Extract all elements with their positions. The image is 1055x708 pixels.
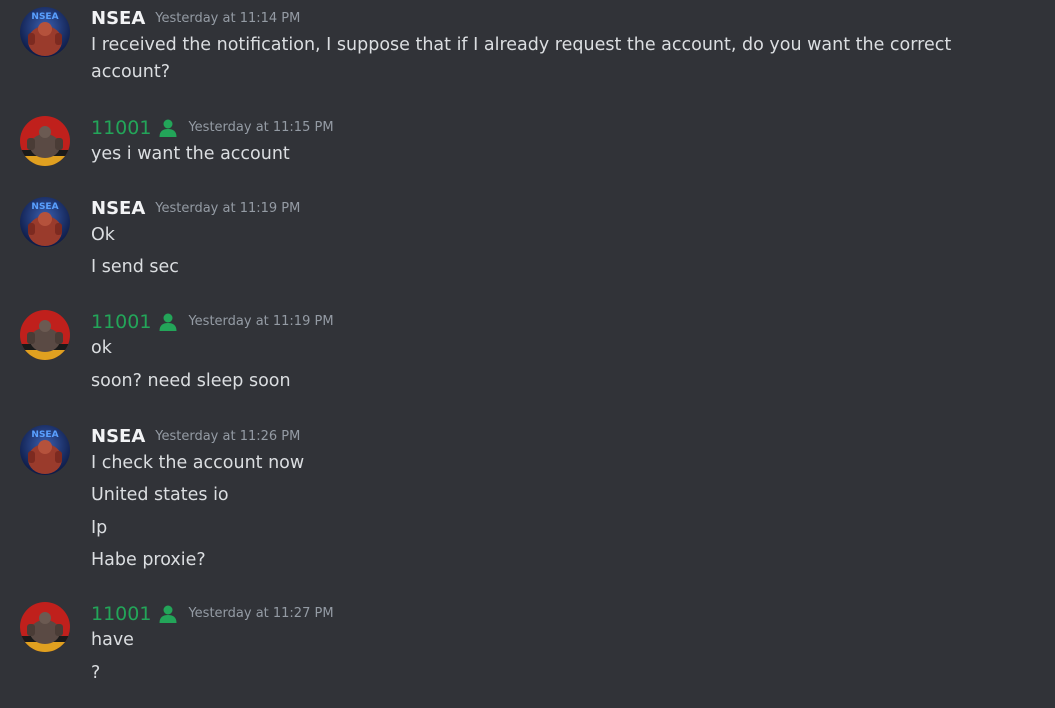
message-text: Ok xyxy=(91,225,115,245)
message-text: I check the account now xyxy=(91,453,305,473)
avatar[interactable] xyxy=(20,602,70,652)
svg-text:NSEA: NSEA xyxy=(31,430,58,440)
avatar[interactable]: NSEA xyxy=(20,197,70,247)
member-icon xyxy=(159,605,177,623)
username[interactable]: 11001 xyxy=(91,117,151,139)
avatar[interactable]: NSEA xyxy=(20,7,70,57)
avatar[interactable] xyxy=(20,116,70,166)
member-icon xyxy=(159,313,177,331)
svg-text:NSEA: NSEA xyxy=(31,12,58,22)
message-text: I send sec xyxy=(91,257,179,277)
message-text: yes i want the account xyxy=(91,144,290,164)
message-text: ? xyxy=(91,663,101,683)
username[interactable]: NSEA xyxy=(91,198,145,220)
message-timestamp[interactable]: Yesterday at 11:27 PM xyxy=(188,604,333,624)
message-text: have xyxy=(91,630,134,650)
message-text: United states io xyxy=(91,485,229,505)
member-icon xyxy=(159,119,177,137)
message-timestamp[interactable]: Yesterday at 11:15 PM xyxy=(188,118,333,138)
username[interactable]: 11001 xyxy=(91,603,151,625)
message-timestamp[interactable]: Yesterday at 11:19 PM xyxy=(155,199,300,219)
message-text: Habe proxie? xyxy=(91,550,206,570)
message-timestamp[interactable]: Yesterday at 11:19 PM xyxy=(188,312,333,332)
username[interactable]: 11001 xyxy=(91,311,151,333)
message-text: account? xyxy=(91,62,171,82)
message-text: Ip xyxy=(91,518,108,538)
username[interactable]: NSEA xyxy=(91,8,145,30)
message-text: ok xyxy=(91,338,112,358)
avatar[interactable] xyxy=(20,310,70,360)
svg-text:NSEA: NSEA xyxy=(31,202,58,212)
message-text: I received the notification, I suppose t… xyxy=(91,35,952,55)
username[interactable]: NSEA xyxy=(91,426,145,448)
message-text: soon? need sleep soon xyxy=(91,371,291,391)
chat-message-list: NSEA NSEA Yesterday at 11:14 PM I receiv… xyxy=(0,0,1055,708)
avatar[interactable]: NSEA xyxy=(20,425,70,475)
message-timestamp[interactable]: Yesterday at 11:14 PM xyxy=(155,9,300,29)
message-timestamp[interactable]: Yesterday at 11:26 PM xyxy=(155,427,300,447)
